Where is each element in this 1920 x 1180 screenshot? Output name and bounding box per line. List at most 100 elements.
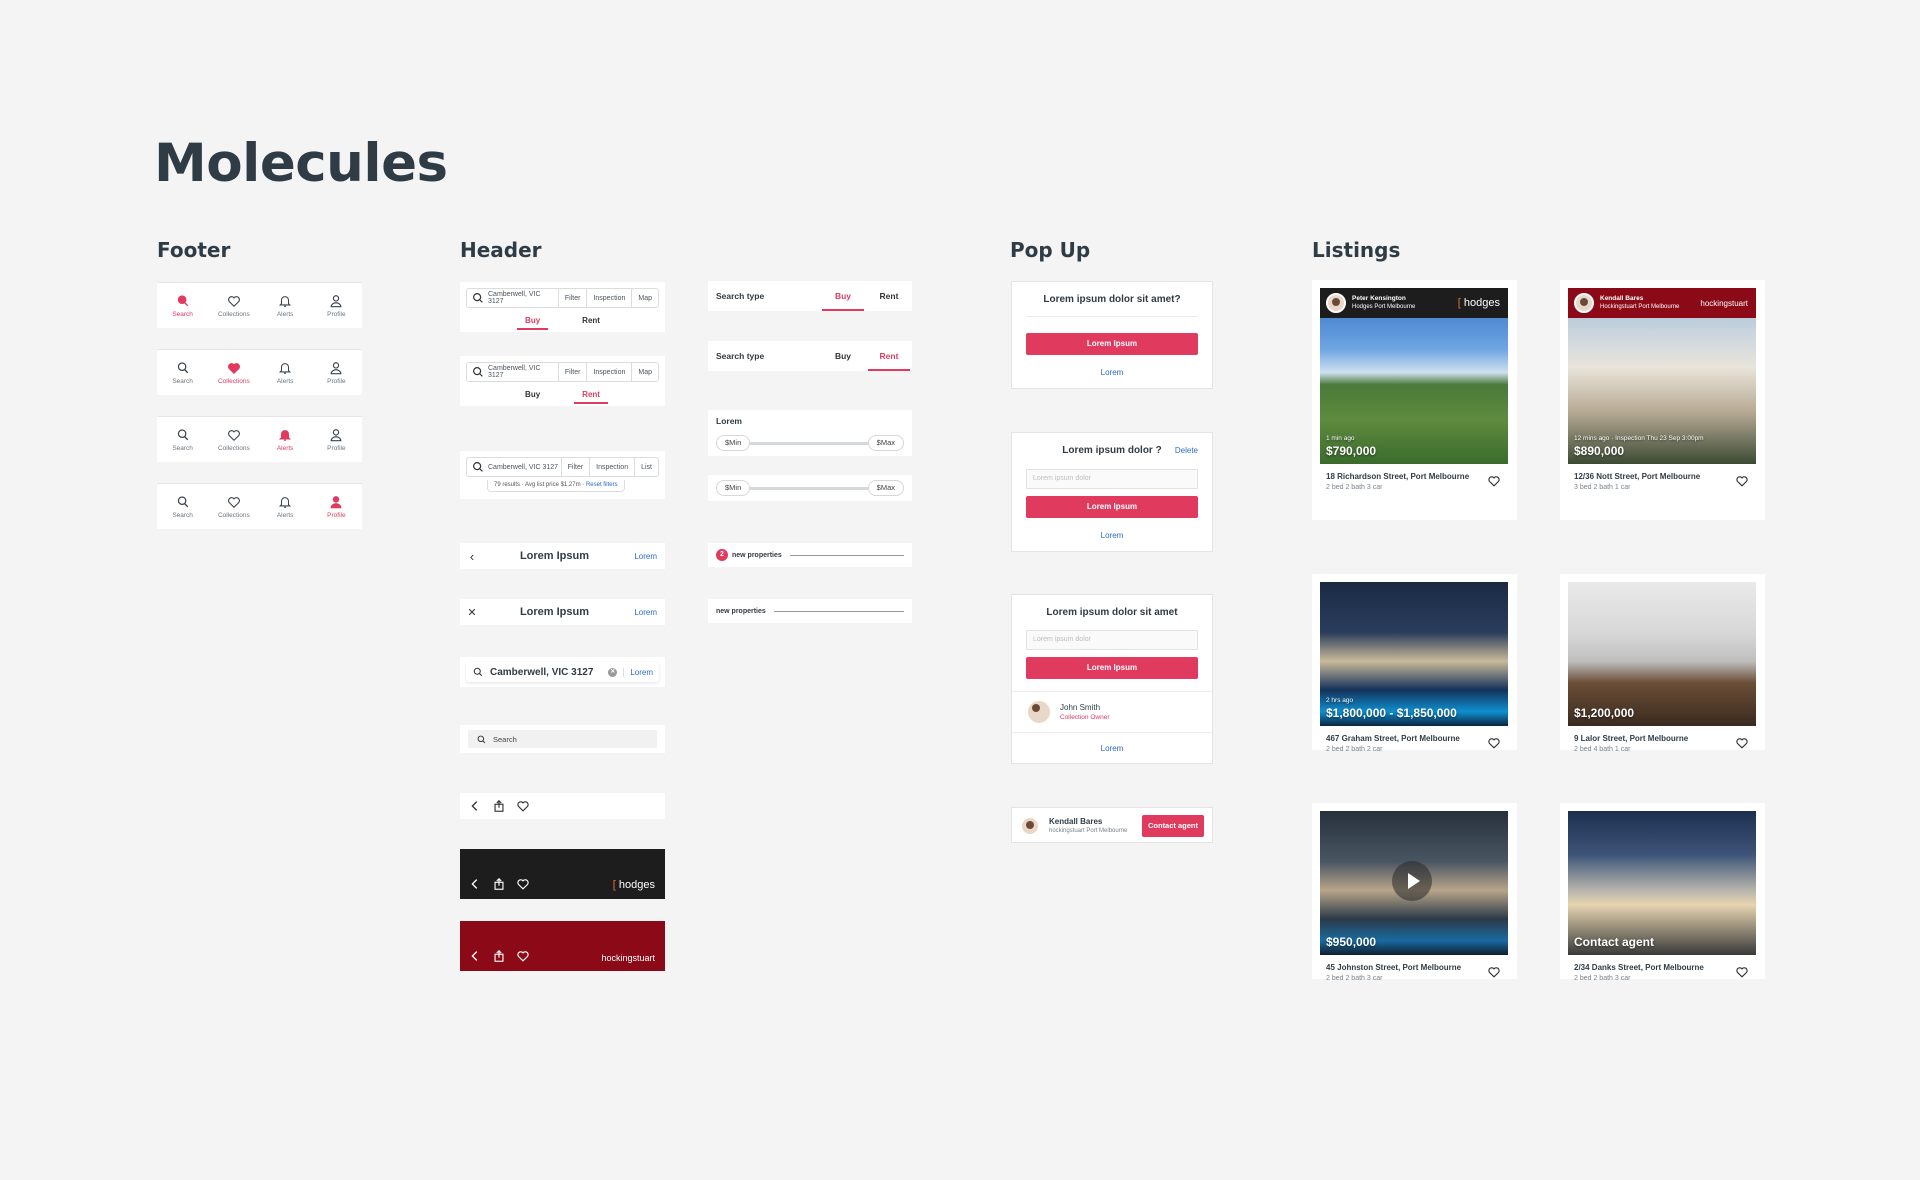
listing-photo[interactable]: $1,200,000 (1568, 582, 1756, 726)
share-icon[interactable] (492, 877, 506, 891)
footer-item-collections[interactable]: Collections (214, 294, 254, 318)
min-handle[interactable]: $Min (716, 435, 751, 451)
nav-action-link[interactable]: Lorem (625, 552, 665, 561)
footer-item-search[interactable]: Search (163, 294, 203, 318)
share-icon[interactable] (492, 799, 506, 813)
map-button[interactable]: Map (631, 289, 658, 307)
slider-track[interactable] (748, 487, 872, 490)
close-icon[interactable]: ✕ (460, 606, 484, 619)
reset-filters-link[interactable]: Reset filters (586, 482, 618, 488)
footer-item-profile[interactable]: Profile (316, 361, 356, 385)
max-handle[interactable]: $Max (867, 480, 904, 496)
filter-button[interactable]: Filter (560, 458, 590, 476)
back-icon[interactable] (468, 799, 482, 813)
search-type-label: Search type (716, 351, 765, 361)
listing-card[interactable]: $950,000 45 Johnston Street, Port Melbou… (1312, 803, 1517, 982)
search-type-buy-option[interactable]: Buy (820, 341, 866, 371)
tab-buy[interactable]: Buy (517, 316, 549, 330)
search-input[interactable]: Search (493, 735, 517, 744)
listing-photo[interactable]: Contact agent (1568, 811, 1756, 955)
popup-input[interactable]: Lorem ipsum dolor (1026, 630, 1198, 650)
filter-button[interactable]: Filter (557, 363, 587, 381)
heart-icon[interactable] (1735, 736, 1749, 750)
footer-item-search[interactable]: Search (163, 428, 203, 452)
listing-photo[interactable]: 2 hrs ago $1,800,000 - $1,850,000 (1320, 582, 1508, 726)
popup-input[interactable]: Lorem ipsum dolor (1026, 469, 1198, 489)
listing-card[interactable]: Kendall Bares Hockingstuart Port Melbourn… (1560, 280, 1765, 520)
share-icon[interactable] (492, 949, 506, 963)
footer-item-alerts[interactable]: Alerts (265, 361, 305, 385)
clear-icon[interactable]: ✕ (608, 667, 618, 677)
heart-icon[interactable] (1487, 965, 1501, 979)
min-handle[interactable]: $Min (716, 480, 751, 496)
back-icon[interactable] (468, 949, 482, 963)
location-text[interactable]: Camberwell, VIC 3127 (485, 365, 558, 379)
play-icon[interactable] (1392, 861, 1432, 901)
listing-card[interactable]: Contact agent 2/34 Danks Street, Port Me… (1560, 803, 1765, 982)
listing-card[interactable]: 2 hrs ago $1,800,000 - $1,850,000 467 Gr… (1312, 574, 1517, 753)
footer-item-alerts[interactable]: Alerts (265, 495, 305, 519)
tab-buy[interactable]: Buy (517, 390, 548, 404)
list-button[interactable]: List (634, 458, 658, 476)
new-count-badge: 2 (716, 549, 728, 561)
contact-agent-button[interactable]: Contact agent (1141, 815, 1204, 837)
map-button[interactable]: Map (631, 363, 658, 381)
inspection-button[interactable]: Inspection (586, 363, 631, 381)
nav-action-link[interactable]: Lorem (625, 608, 665, 617)
location-input[interactable]: Camberwell, VIC 3127 (490, 667, 608, 678)
popup-link[interactable]: Lorem (1012, 744, 1212, 753)
footer-item-alerts[interactable]: Alerts (265, 428, 305, 452)
brand-logo: [ hodges (1457, 297, 1500, 309)
listing-photo[interactable]: $950,000 (1320, 811, 1508, 955)
location-text[interactable]: Camberwell, VIC 3127 (485, 291, 558, 305)
popup-primary-button[interactable]: Lorem Ipsum (1026, 333, 1198, 355)
brand-logo: hockingstuart (1700, 298, 1748, 308)
delete-link[interactable]: Delete (1175, 446, 1198, 455)
search-type-buy-option[interactable]: Buy (820, 281, 866, 311)
filter-button[interactable]: Filter (557, 289, 587, 307)
header-search-results: Camberwell, VIC 3127 Filter Inspection L… (460, 451, 665, 499)
heart-icon[interactable] (516, 877, 530, 891)
search-type-rent-option[interactable]: Rent (866, 341, 912, 371)
back-icon[interactable] (468, 877, 482, 891)
heart-icon[interactable] (1735, 474, 1749, 488)
back-icon[interactable]: ‹ (460, 549, 484, 564)
footer-item-label: Profile (327, 511, 346, 519)
slider-track[interactable] (748, 442, 872, 445)
nav-action-link[interactable]: Lorem (623, 667, 659, 677)
location-text[interactable]: Camberwell, VIC 3127 (485, 464, 561, 471)
new-properties-row: new properties (708, 599, 912, 623)
popup-link[interactable]: Lorem (1012, 368, 1212, 377)
max-handle[interactable]: $Max (867, 435, 904, 451)
tab-rent[interactable]: Rent (574, 390, 608, 404)
listing-card[interactable]: Peter Kensington Hodges Port Melbourne [ … (1312, 280, 1517, 520)
footer-item-collections[interactable]: Collections (214, 428, 254, 452)
listing-photo[interactable]: Peter Kensington Hodges Port Melbourne [ … (1320, 288, 1508, 464)
listing-photo[interactable]: Kendall Bares Hockingstuart Port Melbourn… (1568, 288, 1756, 464)
listing-address: 2/34 Danks Street, Port Melbourne (1574, 963, 1704, 972)
footer-item-profile[interactable]: Profile (316, 428, 356, 452)
inspection-button[interactable]: Inspection (586, 289, 631, 307)
footer-item-profile[interactable]: Profile (316, 495, 356, 519)
search-type-rent-option[interactable]: Rent (866, 281, 912, 311)
heart-icon[interactable] (1487, 736, 1501, 750)
popup-primary-button[interactable]: Lorem Ipsum (1026, 496, 1198, 518)
footer-item-collections[interactable]: Collections (214, 361, 254, 385)
heart-icon[interactable] (516, 949, 530, 963)
search-icon (177, 495, 188, 507)
footer-item-profile[interactable]: Profile (316, 294, 356, 318)
footer-item-alerts[interactable]: Alerts (265, 294, 305, 318)
heart-icon[interactable] (1735, 965, 1749, 979)
footer-item-collections[interactable]: Collections (214, 495, 254, 519)
popup-link[interactable]: Lorem (1012, 531, 1212, 540)
inspection-button[interactable]: Inspection (589, 458, 634, 476)
listing-card[interactable]: $1,200,000 9 Lalor Street, Port Melbourn… (1560, 574, 1765, 753)
footer-item-search[interactable]: Search (163, 361, 203, 385)
heart-icon[interactable] (1487, 474, 1501, 488)
popup-primary-button[interactable]: Lorem Ipsum (1026, 657, 1198, 679)
heart-icon[interactable] (516, 799, 530, 813)
footer-item-search[interactable]: Search (163, 495, 203, 519)
listing-price: $950,000 (1326, 935, 1377, 949)
tab-rent[interactable]: Rent (574, 316, 608, 330)
popup-title: Lorem ipsum dolor sit amet (1046, 607, 1178, 618)
